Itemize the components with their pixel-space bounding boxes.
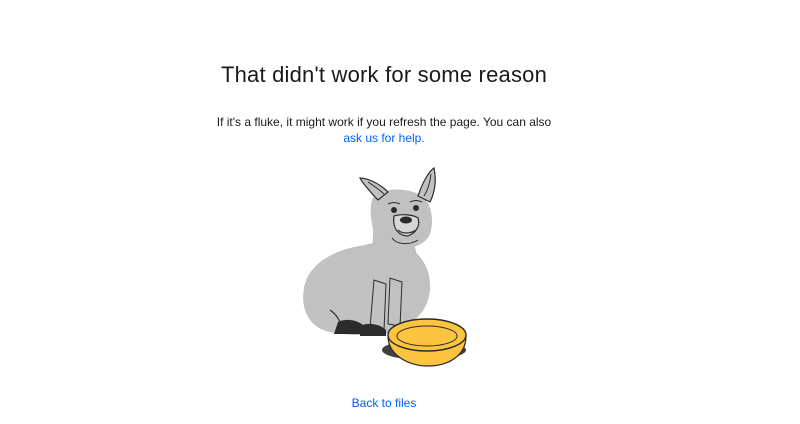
dog-eye-right (413, 205, 419, 211)
dog-ear-right (417, 167, 436, 203)
back-link-container: Back to files (0, 395, 768, 411)
dog-with-empty-bowl-illustration (303, 167, 467, 367)
error-message-text: If it's a fluke, it might work if you re… (216, 115, 552, 129)
back-to-files-link[interactable]: Back to files (352, 396, 417, 410)
dog-eye-left (391, 207, 397, 213)
error-page: That didn't work for some reason If it's… (0, 0, 800, 424)
error-message: If it's a fluke, it might work if you re… (0, 114, 768, 146)
ask-for-help-link[interactable]: ask us for help. (0, 130, 768, 146)
error-title: That didn't work for some reason (220, 62, 548, 87)
